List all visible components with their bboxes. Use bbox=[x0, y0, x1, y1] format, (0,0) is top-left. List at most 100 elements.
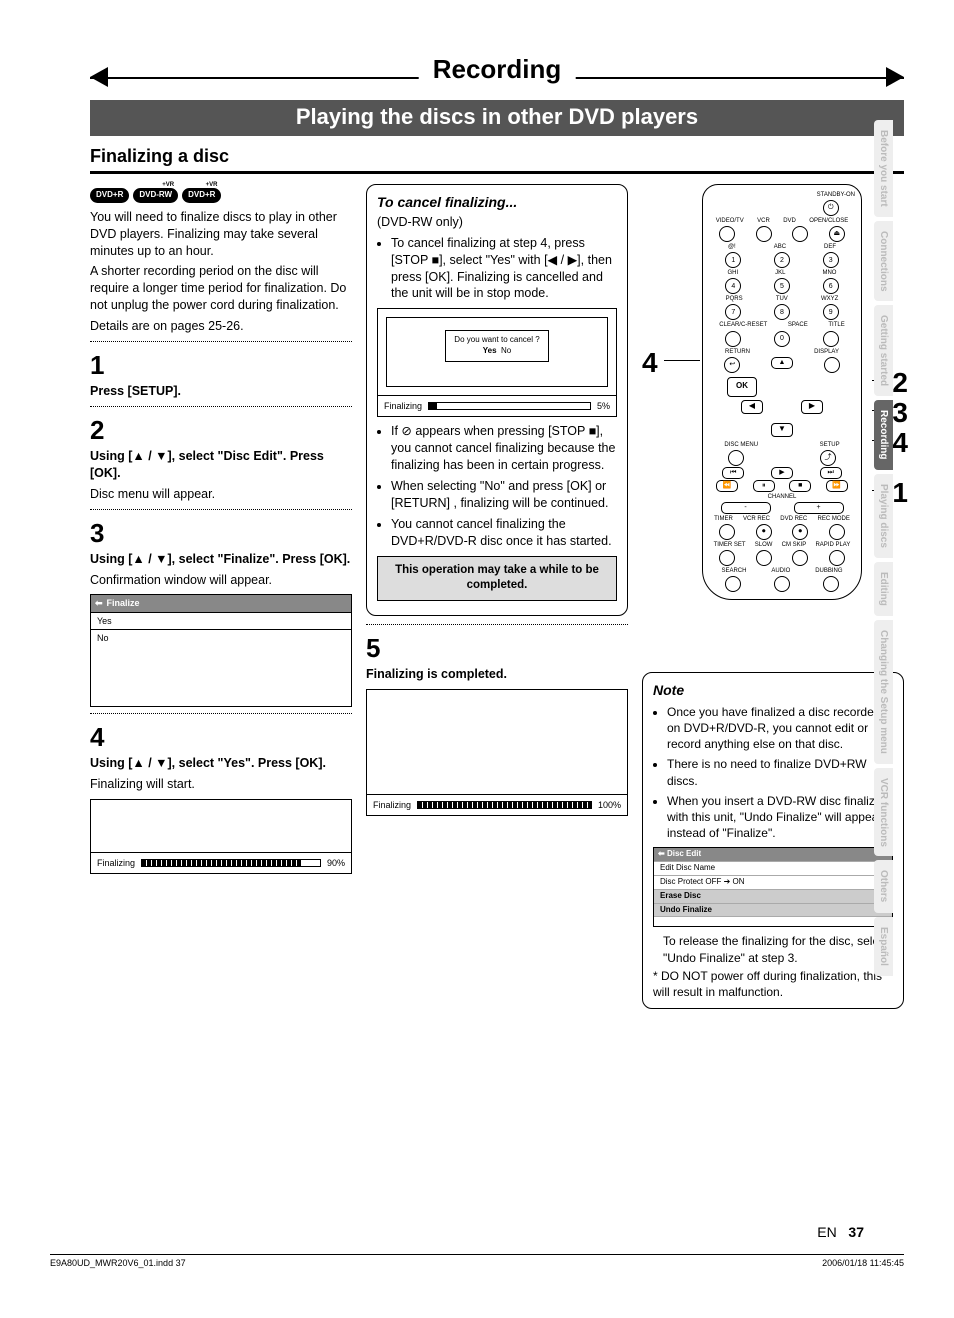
remote-standby-label: STANDBY-ON bbox=[709, 191, 855, 199]
play-button[interactable]: ▶ bbox=[771, 467, 793, 479]
cancel-heading: To cancel finalizing... bbox=[377, 193, 617, 212]
badge-dvdr2: +VRDVD+R bbox=[182, 188, 221, 203]
title-button[interactable] bbox=[823, 331, 839, 347]
standby-button[interactable]: ⏻ bbox=[823, 200, 839, 216]
timer-button[interactable] bbox=[719, 524, 735, 540]
disc-menu-button[interactable] bbox=[728, 450, 744, 466]
chapter-title: Recording bbox=[419, 54, 576, 85]
step-2-num: 2 bbox=[90, 413, 352, 448]
ch-minus[interactable]: - bbox=[721, 502, 771, 514]
cancel-dlg-q: Do you want to cancel ? bbox=[454, 335, 539, 346]
disc-badges: DVD+R +VRDVD-RW +VRDVD+R bbox=[90, 188, 352, 203]
dvd-rec-button[interactable]: ⏺ bbox=[792, 524, 808, 540]
badge-dvdr: DVD+R bbox=[90, 188, 129, 203]
up-button[interactable]: ▲ bbox=[771, 357, 793, 369]
vcr-rec-button[interactable]: ⏺ bbox=[756, 524, 772, 540]
ff-button[interactable]: ⏩ bbox=[826, 480, 848, 492]
rec-mode-button[interactable] bbox=[829, 524, 845, 540]
progress-5: 5% bbox=[597, 400, 610, 412]
down-button[interactable]: ▼ bbox=[771, 423, 793, 437]
channel-label: CHANNEL bbox=[709, 493, 855, 501]
remote-control: STANDBY-ON ⏻ VIDEO/TVVCRDVDOPEN/CLOSE ⏏ … bbox=[702, 184, 862, 600]
mini-menu-title: Disc Edit bbox=[667, 849, 701, 858]
step-4-num: 4 bbox=[90, 720, 352, 755]
timer-set-button[interactable] bbox=[719, 550, 735, 566]
note-tail1: To release the finalizing for the disc, … bbox=[663, 933, 893, 965]
num-5[interactable]: 5 bbox=[774, 278, 790, 294]
ok-button[interactable]: OK bbox=[727, 377, 757, 397]
video-tv-button[interactable] bbox=[719, 226, 735, 242]
step-3-title: Using [▲ / ▼], select "Finalize". Press … bbox=[90, 552, 350, 566]
step-5-title: Finalizing is completed. bbox=[366, 667, 507, 681]
rapid-play-button[interactable] bbox=[829, 550, 845, 566]
side-tabs: Before you start Connections Getting sta… bbox=[874, 120, 902, 980]
step-4-title: Using [▲ / ▼], select "Yes". Press [OK]. bbox=[90, 756, 326, 770]
note-3: When you insert a DVD-RW disc finalized … bbox=[667, 793, 893, 842]
section-heading: Finalizing a disc bbox=[90, 146, 904, 167]
disc-edit-mini-menu: ⬅ Disc Edit Edit Disc Name Disc Protect … bbox=[653, 847, 893, 927]
note-box: Note Once you have finalized a disc reco… bbox=[642, 672, 904, 1009]
step-4-sub: Finalizing will start. bbox=[90, 776, 352, 793]
progress-label-5: Finalizing bbox=[384, 400, 422, 412]
left-button[interactable]: ◀ bbox=[741, 400, 763, 414]
vcr-button[interactable] bbox=[756, 226, 772, 242]
cancel-dlg-yes: Yes bbox=[483, 346, 497, 355]
tab-recording[interactable]: Recording bbox=[874, 400, 893, 469]
finalize-opt-yes: Yes bbox=[91, 612, 351, 629]
num-7[interactable]: 7 bbox=[725, 304, 741, 320]
cancel-b1: To cancel finalizing at step 4, press [S… bbox=[391, 235, 617, 303]
progress-90: 90% bbox=[327, 857, 345, 869]
num-8[interactable]: 8 bbox=[774, 304, 790, 320]
num-2[interactable]: 2 bbox=[774, 252, 790, 268]
prev-button[interactable]: ⏮ bbox=[722, 467, 744, 479]
num-1[interactable]: 1 bbox=[725, 252, 741, 268]
num-6[interactable]: 6 bbox=[823, 278, 839, 294]
num-4[interactable]: 4 bbox=[725, 278, 741, 294]
num-0[interactable]: 0 bbox=[774, 331, 790, 347]
tab-setup[interactable]: Changing the Setup menu bbox=[874, 620, 893, 764]
tab-playing[interactable]: Playing discs bbox=[874, 474, 893, 558]
leader-4: 4 bbox=[642, 344, 658, 382]
cancel-box: To cancel finalizing... (DVD-RW only) To… bbox=[366, 184, 628, 616]
step-3-sub: Confirmation window will appear. bbox=[90, 572, 352, 589]
num-9[interactable]: 9 bbox=[823, 304, 839, 320]
column-1: DVD+R +VRDVD-RW +VRDVD+R You will need t… bbox=[90, 184, 352, 1009]
num-3[interactable]: 3 bbox=[823, 252, 839, 268]
tab-editing[interactable]: Editing bbox=[874, 562, 893, 616]
tab-connections[interactable]: Connections bbox=[874, 221, 893, 302]
slow-button[interactable] bbox=[756, 550, 772, 566]
completion-callout: This operation may take a while to be co… bbox=[377, 556, 617, 601]
footer-left: E9A80UD_MWR20V6_01.indd 37 bbox=[50, 1258, 186, 1268]
open-close-button[interactable]: ⏏ bbox=[829, 226, 845, 242]
setup-button[interactable]: ⤴ bbox=[820, 450, 836, 466]
cancel-dlg-no: No bbox=[501, 346, 511, 355]
search-button[interactable] bbox=[725, 576, 741, 592]
display-button[interactable] bbox=[824, 357, 840, 373]
tab-before[interactable]: Before you start bbox=[874, 120, 893, 217]
rew-button[interactable]: ⏪ bbox=[716, 480, 738, 492]
mini-menu-protect: Disc Protect OFF ➔ ON bbox=[654, 875, 892, 889]
stop-button[interactable]: ■ bbox=[789, 480, 811, 492]
mini-menu-undo: Undo Finalize bbox=[654, 903, 892, 917]
tab-vcr[interactable]: VCR functions bbox=[874, 768, 893, 857]
step-2-sub: Disc menu will appear. bbox=[90, 486, 352, 503]
page-number: EN 37 bbox=[817, 1224, 864, 1240]
pause-button[interactable]: ⏸ bbox=[753, 480, 775, 492]
next-button[interactable]: ⏭ bbox=[820, 467, 842, 479]
return-button[interactable]: ↩ bbox=[724, 357, 740, 373]
note-1: Once you have finalized a disc recorded … bbox=[667, 704, 893, 753]
dubbing-button[interactable] bbox=[823, 576, 839, 592]
tab-espanol[interactable]: Español bbox=[874, 917, 893, 976]
clear-button[interactable] bbox=[725, 331, 741, 347]
tab-others[interactable]: Others bbox=[874, 860, 893, 912]
step-5-num: 5 bbox=[366, 631, 628, 666]
right-button[interactable]: ▶ bbox=[801, 400, 823, 414]
audio-button[interactable] bbox=[774, 576, 790, 592]
cancel-b2: If ⊘ appears when pressing [STOP ■], you… bbox=[391, 423, 617, 474]
finalize-confirm-screen: ⬅Finalize Yes No bbox=[90, 594, 352, 706]
ch-plus[interactable]: + bbox=[794, 502, 844, 514]
cm-skip-button[interactable] bbox=[792, 550, 808, 566]
dvd-button[interactable] bbox=[792, 226, 808, 242]
finalizing-90-screen: Finalizing 90% bbox=[90, 799, 352, 874]
tab-getting-started[interactable]: Getting started bbox=[874, 305, 893, 396]
